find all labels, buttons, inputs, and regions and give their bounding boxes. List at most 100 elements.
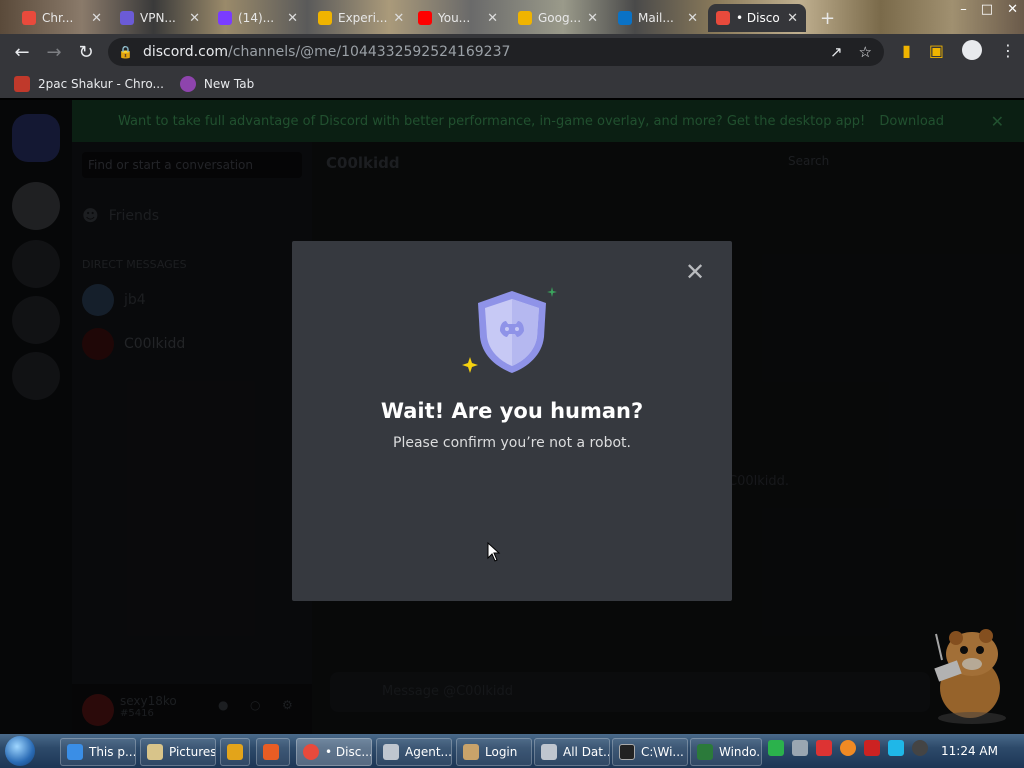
bookmark-label: New Tab	[203, 77, 255, 91]
taskbar-item[interactable]: Pictures	[140, 738, 216, 766]
start-button[interactable]	[0, 734, 40, 768]
tab-label: • Disco	[736, 11, 780, 25]
taskbar-item[interactable]: C:\Wi...	[612, 738, 688, 766]
ie-icon	[67, 744, 83, 760]
bookmark-star-icon[interactable]: ☆	[859, 43, 872, 61]
taskbar-item[interactable]: Login	[456, 738, 532, 766]
close-icon[interactable]: ✕	[684, 260, 706, 284]
tray-app-icon[interactable]	[768, 740, 784, 756]
bookmark-item[interactable]: New Tab	[179, 76, 255, 92]
browser-tab[interactable]: Experi... ✕	[310, 4, 406, 32]
url-host: discord.com	[142, 44, 229, 60]
browser-tab[interactable]: Goog... ✕	[510, 4, 606, 32]
minimize-icon[interactable]: –	[960, 2, 967, 17]
taskbar-item-label: • Disc...	[325, 745, 372, 759]
close-window-icon[interactable]: ✕	[1007, 2, 1018, 17]
tab-label: (14)...	[238, 11, 275, 25]
maximize-icon[interactable]: □	[981, 2, 993, 17]
tray-antivirus-icon[interactable]	[816, 740, 832, 756]
window-icon	[541, 744, 557, 760]
new-tab-button[interactable]: +	[812, 4, 842, 32]
tray-display-icon[interactable]	[888, 740, 904, 756]
close-tab-icon[interactable]: ✕	[287, 11, 298, 26]
taskbar-item[interactable]	[256, 738, 290, 766]
browser-tab[interactable]: VPN... ✕	[112, 4, 208, 32]
browser-toolbar: ← → ↻ 🔒 discord.com /channels/@me/104433…	[0, 34, 1024, 70]
tab-label: Chr...	[42, 11, 74, 25]
side-panel-icon[interactable]: ▣	[929, 41, 944, 60]
chrome-menu-icon[interactable]: ⋮	[1000, 41, 1016, 60]
app-icon	[263, 744, 279, 760]
bookmark-favicon-icon	[14, 76, 30, 92]
taskbar-item-label: Pictures	[169, 745, 216, 759]
close-tab-icon[interactable]: ✕	[587, 11, 598, 26]
omnibox-actions: ↗ ☆	[830, 43, 872, 61]
forward-arrow-icon[interactable]: →	[38, 36, 70, 68]
tab-favicon-icon	[618, 11, 632, 25]
taskbar-item[interactable]: Windo...	[690, 738, 762, 766]
console-icon	[619, 744, 635, 760]
captcha-modal: ✕ Wait! Are you human? Please confirm yo…	[292, 241, 732, 601]
share-icon[interactable]: ↗	[830, 43, 843, 61]
tray-search-icon[interactable]	[840, 740, 856, 756]
new-tab-label: +	[820, 7, 836, 29]
browser-tab-active[interactable]: • Disco ✕	[708, 4, 806, 32]
taskbar-item-label: This p...	[89, 745, 136, 759]
taskbar-item-label: C:\Wi...	[641, 745, 684, 759]
close-tab-icon[interactable]: ✕	[487, 11, 498, 26]
address-bar[interactable]: 🔒 discord.com /channels/@me/104433259252…	[108, 38, 884, 66]
taskbar-item-label: Login	[485, 745, 518, 759]
close-tab-icon[interactable]: ✕	[189, 11, 200, 26]
taskbar-item[interactable]: Agent...	[376, 738, 452, 766]
tab-label: You...	[438, 11, 471, 25]
taskbar-item-active[interactable]: • Disc...	[296, 738, 372, 766]
bookmark-favicon-icon	[179, 76, 196, 92]
tab-favicon-icon	[120, 11, 134, 25]
url-path: /channels/@me/1044332592524169237	[228, 44, 511, 60]
bookmark-item[interactable]: 2pac Shakur - Chro...	[14, 76, 164, 92]
media-player-icon	[227, 744, 243, 760]
tab-label: Experi...	[338, 11, 388, 25]
taskbar-clock[interactable]: 11:24 AM	[941, 744, 998, 758]
close-tab-icon[interactable]: ✕	[91, 11, 102, 26]
lock-icon: 🔒	[118, 45, 133, 59]
terminal-icon	[697, 744, 713, 760]
screen: Chr... ✕ VPN... ✕ (14)... ✕ Experi... ✕ …	[0, 0, 1024, 768]
shield-icon	[462, 287, 557, 373]
tab-favicon-icon	[22, 11, 36, 25]
folder-icon	[147, 744, 163, 760]
login-icon	[463, 744, 479, 760]
taskbar-item[interactable]: This p...	[60, 738, 136, 766]
bookmarks-bar: 2pac Shakur - Chro... New Tab	[0, 70, 1024, 98]
tab-favicon-icon	[518, 11, 532, 25]
back-arrow-icon[interactable]: ←	[6, 36, 38, 68]
tray-volume-icon[interactable]	[912, 740, 928, 756]
modal-title: Wait! Are you human?	[380, 399, 644, 423]
tab-label: Mail...	[638, 11, 674, 25]
profile-avatar-icon[interactable]	[962, 40, 982, 60]
mouse-pointer-icon	[487, 542, 501, 562]
close-tab-icon[interactable]: ✕	[393, 11, 404, 26]
close-tab-icon[interactable]: ✕	[687, 11, 698, 26]
browser-tab[interactable]: Mail... ✕	[610, 4, 706, 32]
tab-favicon-icon	[418, 11, 432, 25]
taskbar-item[interactable]: All Dat...	[534, 738, 610, 766]
extensions-puzzle-icon[interactable]: ▮	[902, 41, 911, 60]
modal-subtitle: Please confirm you’re not a robot.	[393, 435, 631, 451]
browser-tab[interactable]: (14)... ✕	[210, 4, 306, 32]
chrome-icon	[303, 744, 319, 760]
browser-tab[interactable]: You... ✕	[410, 4, 506, 32]
taskbar-item-label: Agent...	[405, 745, 452, 759]
windows-start-icon	[5, 736, 35, 766]
reload-icon[interactable]: ↻	[70, 36, 102, 68]
tab-favicon-icon	[218, 11, 232, 25]
tab-label: Goog...	[538, 11, 582, 25]
browser-tab[interactable]: Chr... ✕	[14, 4, 110, 32]
close-tab-icon[interactable]: ✕	[787, 11, 798, 26]
window-icon	[383, 744, 399, 760]
tray-network-icon[interactable]	[792, 740, 808, 756]
window-controls: – □ ✕	[960, 2, 1018, 17]
taskbar-item[interactable]	[220, 738, 250, 766]
bookmark-label: 2pac Shakur - Chro...	[38, 77, 164, 91]
tray-flag-icon[interactable]	[864, 740, 880, 756]
